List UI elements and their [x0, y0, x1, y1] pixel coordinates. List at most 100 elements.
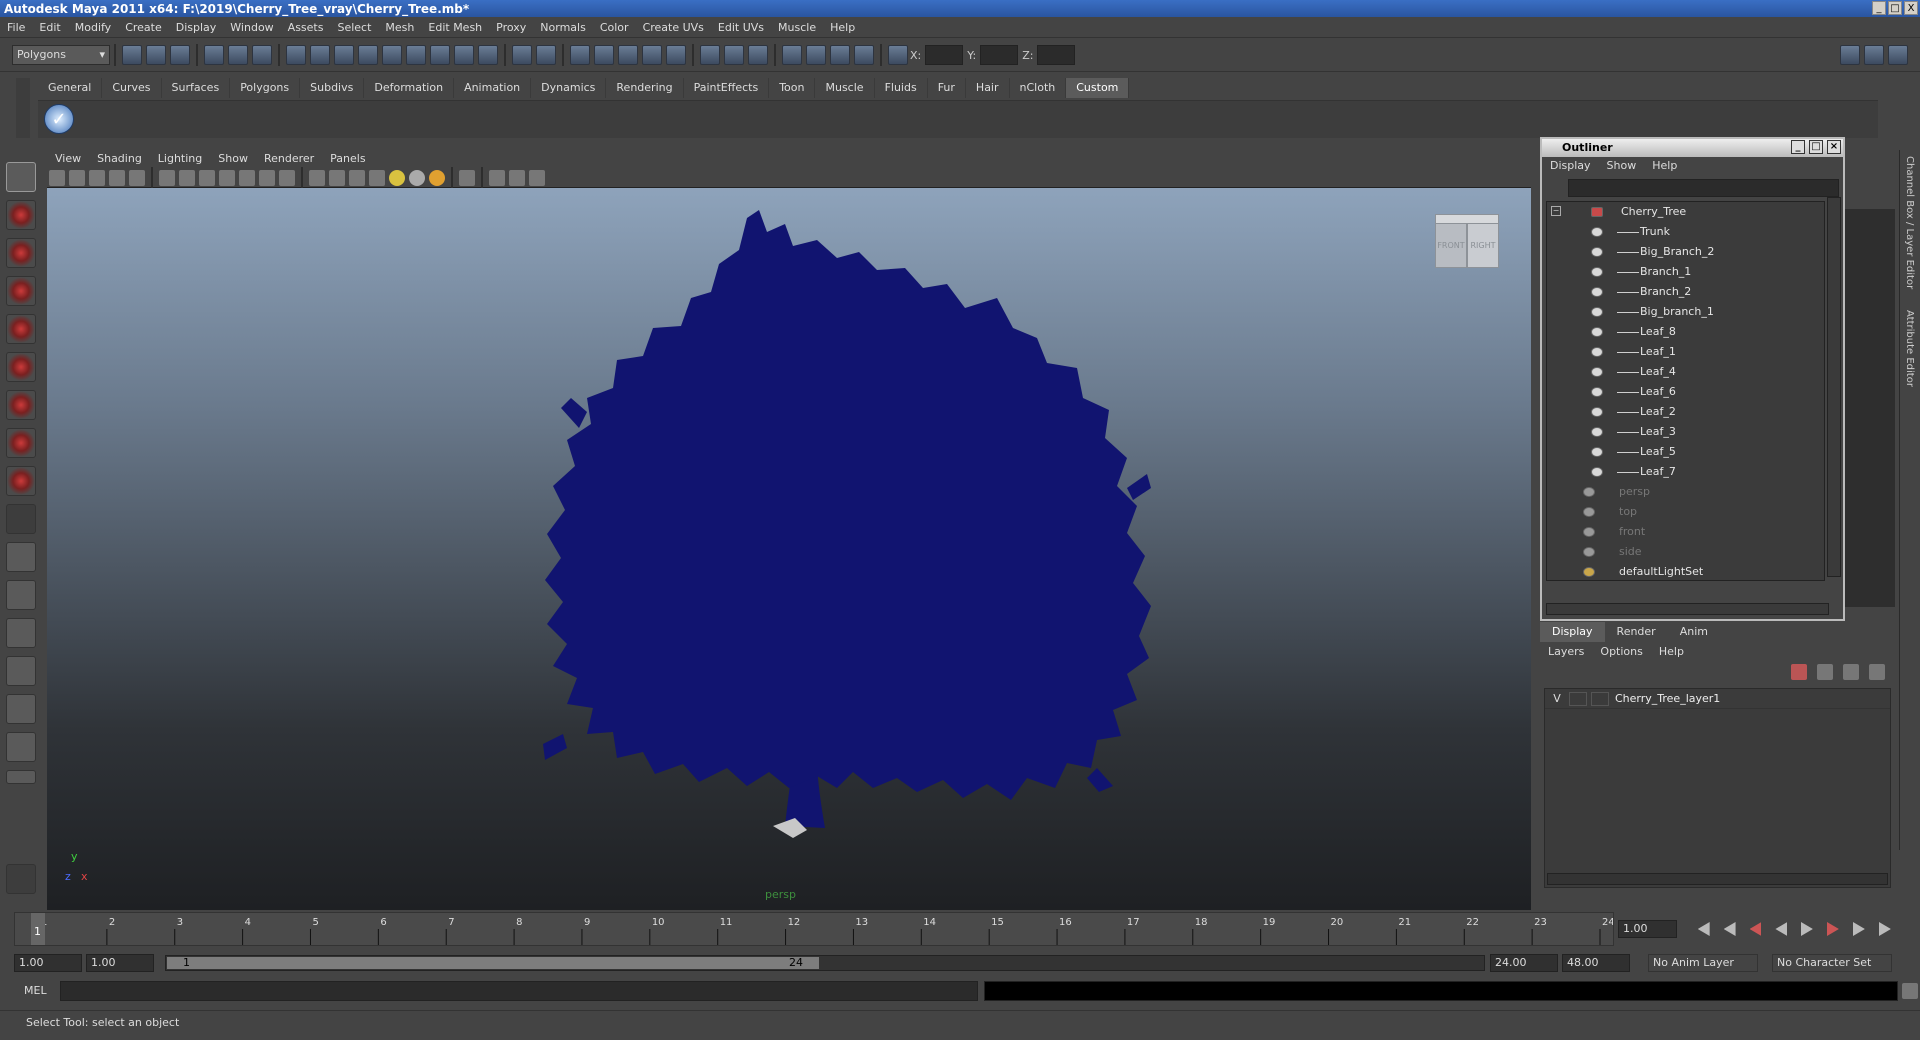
- outliner-item[interactable]: Leaf_3: [1547, 422, 1824, 442]
- tab-deformation[interactable]: Deformation: [364, 78, 455, 98]
- viewport-options-icon[interactable]: [529, 169, 545, 186]
- last-tool-icon[interactable]: [6, 504, 36, 534]
- textured-icon[interactable]: [369, 169, 385, 186]
- outliner-item[interactable]: Leaf_1: [1547, 342, 1824, 362]
- smooth-shade-icon[interactable]: [329, 169, 345, 186]
- new-layer-selected-icon[interactable]: [1869, 664, 1885, 680]
- layer-menu-options[interactable]: Options: [1592, 645, 1650, 658]
- bookmarks-icon[interactable]: [89, 169, 105, 186]
- select-joints-icon[interactable]: [334, 45, 354, 65]
- tab-anim-layers[interactable]: Anim: [1668, 622, 1720, 642]
- toggle-tool-settings-icon[interactable]: [1864, 45, 1884, 65]
- outliner-item[interactable]: Big_Branch_2: [1547, 242, 1824, 262]
- layer-color-swatch[interactable]: [1591, 691, 1609, 706]
- snap-live-icon[interactable]: [666, 45, 686, 65]
- default-light-icon[interactable]: [389, 169, 405, 186]
- paint-select-tool-icon[interactable]: [6, 238, 36, 268]
- step-back-key-icon[interactable]: [1723, 922, 1736, 936]
- range-slider[interactable]: 1 24: [165, 955, 1485, 971]
- outliner-horizontal-scrollbar[interactable]: [1546, 603, 1829, 615]
- outliner-vertical-scrollbar[interactable]: [1827, 197, 1841, 577]
- rotate-tool-icon[interactable]: [6, 314, 36, 344]
- toggle-channel-box-icon[interactable]: [1840, 45, 1860, 65]
- outliner-item[interactable]: Big_branch_1: [1547, 302, 1824, 322]
- attribute-editor-tab[interactable]: Attribute Editor: [1904, 310, 1915, 387]
- wireframe-icon[interactable]: [309, 169, 325, 186]
- gate-mask-icon[interactable]: [219, 169, 235, 186]
- playback-start-field[interactable]: 1.00: [86, 954, 154, 972]
- outliner-menu-help[interactable]: Help: [1644, 157, 1685, 175]
- tab-hair[interactable]: Hair: [966, 78, 1010, 98]
- four-view-layout-icon[interactable]: [6, 580, 36, 610]
- panel-menu-panels[interactable]: Panels: [322, 150, 373, 168]
- select-object-icon[interactable]: [228, 45, 248, 65]
- panel-menu-shading[interactable]: Shading: [89, 150, 150, 168]
- tab-polygons[interactable]: Polygons: [230, 78, 301, 98]
- snap-plane-icon[interactable]: [642, 45, 662, 65]
- isolate-select-icon[interactable]: [489, 169, 505, 186]
- hardware-render-icon[interactable]: [509, 169, 525, 186]
- range-slider-handle[interactable]: 1 24: [167, 956, 819, 969]
- tab-fur[interactable]: Fur: [928, 78, 966, 98]
- construction-history-icon[interactable]: [748, 45, 768, 65]
- menu-color[interactable]: Color: [593, 18, 636, 38]
- menu-file[interactable]: File: [0, 18, 32, 38]
- menu-proxy[interactable]: Proxy: [489, 18, 533, 38]
- go-to-start-icon[interactable]: [1697, 922, 1710, 936]
- playback-end-field[interactable]: 24.00: [1490, 954, 1558, 972]
- filter-icon[interactable]: [286, 45, 306, 65]
- select-camera-icon[interactable]: [49, 169, 65, 186]
- delete-layer-icon[interactable]: [1791, 664, 1807, 680]
- menu-edit[interactable]: Edit: [32, 18, 67, 38]
- scale-tool-icon[interactable]: [6, 352, 36, 382]
- select-component-icon[interactable]: [252, 45, 272, 65]
- persp-graph-layout-icon[interactable]: [6, 656, 36, 686]
- grid-icon[interactable]: [159, 169, 175, 186]
- panel-menu-show[interactable]: Show: [210, 150, 256, 168]
- outliner-set-item[interactable]: defaultLightSet: [1547, 562, 1824, 580]
- lock-icon[interactable]: [512, 45, 532, 65]
- tab-muscle[interactable]: Muscle: [815, 78, 875, 98]
- outliner-item[interactable]: Branch_1: [1547, 262, 1824, 282]
- outliner-item[interactable]: Leaf_8: [1547, 322, 1824, 342]
- outliner-camera-item[interactable]: side: [1547, 542, 1824, 562]
- persp-outliner-layout-icon[interactable]: [6, 618, 36, 648]
- layout-more-icon[interactable]: [6, 770, 36, 784]
- resolution-gate-icon[interactable]: [199, 169, 215, 186]
- select-deformers-icon[interactable]: [406, 45, 426, 65]
- outliner-item[interactable]: Leaf_2: [1547, 402, 1824, 422]
- ipr-render-icon[interactable]: [830, 45, 850, 65]
- tab-ncloth[interactable]: nCloth: [1010, 78, 1067, 98]
- render-settings-icon[interactable]: [854, 45, 874, 65]
- layer-row[interactable]: V Cherry_Tree_layer1: [1545, 689, 1890, 709]
- shelf-menu-icon[interactable]: [16, 78, 30, 138]
- select-rendering-icon[interactable]: [454, 45, 474, 65]
- image-plane-icon[interactable]: [109, 169, 125, 186]
- layer-menu-help[interactable]: Help: [1651, 645, 1692, 658]
- tab-subdivs[interactable]: Subdivs: [300, 78, 365, 98]
- outliner-menu-display[interactable]: Display: [1542, 157, 1599, 175]
- layer-visibility-toggle[interactable]: V: [1545, 689, 1569, 709]
- minimize-button[interactable]: _: [1872, 1, 1886, 15]
- tab-animation[interactable]: Animation: [454, 78, 532, 98]
- collapse-icon[interactable]: −: [1551, 206, 1561, 216]
- select-tool-icon[interactable]: [6, 162, 36, 192]
- new-scene-icon[interactable]: [122, 45, 142, 65]
- step-back-frame-icon[interactable]: [1749, 922, 1762, 936]
- view-cube[interactable]: FRONT RIGHT: [1435, 214, 1501, 272]
- tab-display-layers[interactable]: Display: [1540, 622, 1605, 642]
- single-perspective-layout-icon[interactable]: [6, 542, 36, 572]
- select-dynamics-icon[interactable]: [430, 45, 450, 65]
- outliner-camera-item[interactable]: front: [1547, 522, 1824, 542]
- menu-edit-uvs[interactable]: Edit UVs: [711, 18, 771, 38]
- outliner-camera-item[interactable]: persp: [1547, 482, 1824, 502]
- tab-surfaces[interactable]: Surfaces: [162, 78, 231, 98]
- menu-window[interactable]: Window: [223, 18, 280, 38]
- move-tool-icon[interactable]: [6, 276, 36, 306]
- z-field[interactable]: [1037, 45, 1076, 65]
- outliner-filter-field[interactable]: [1568, 179, 1839, 197]
- menu-mesh[interactable]: Mesh: [378, 18, 421, 38]
- outliner-item[interactable]: Leaf_4: [1547, 362, 1824, 382]
- toggle-attribute-editor-icon[interactable]: [1888, 45, 1908, 65]
- tab-toon[interactable]: Toon: [769, 78, 816, 98]
